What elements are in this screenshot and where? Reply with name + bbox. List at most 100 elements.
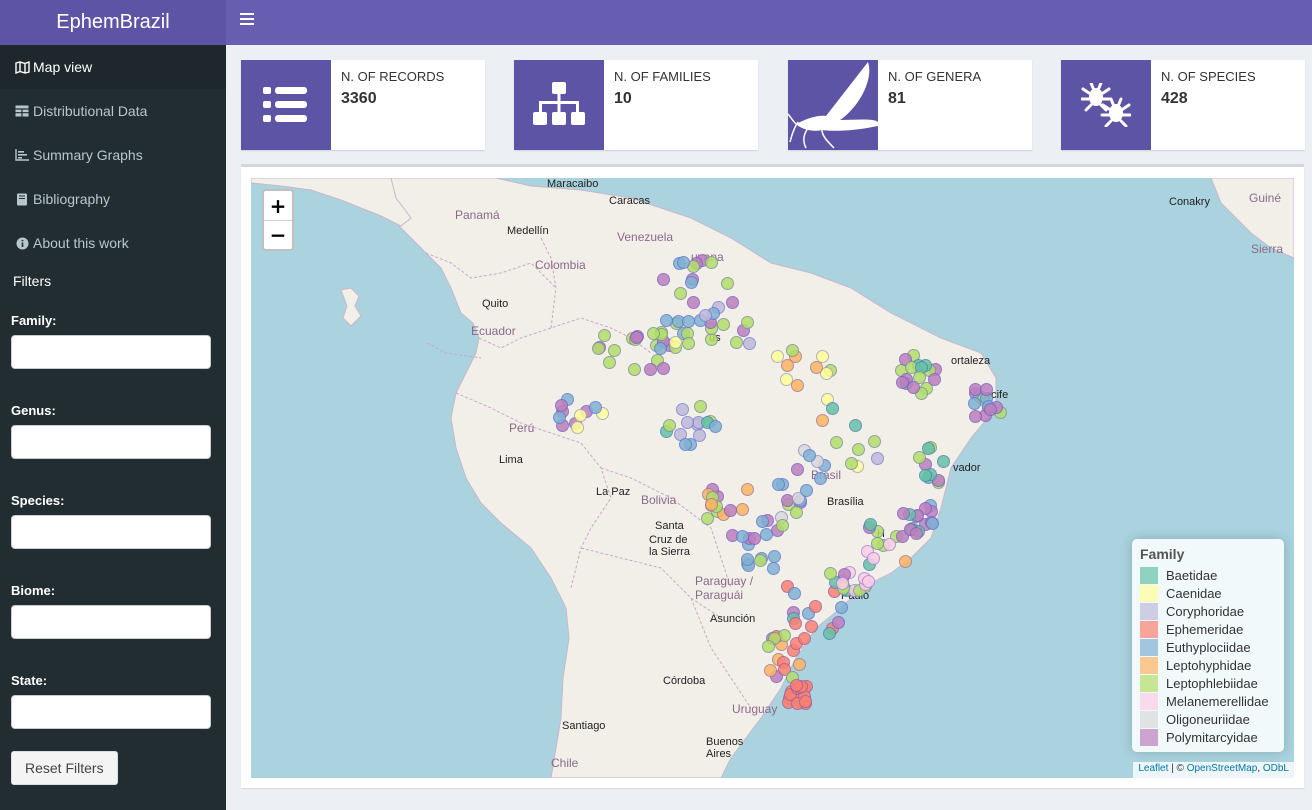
occurrence-marker[interactable]: [679, 438, 692, 451]
occurrence-marker[interactable]: [681, 416, 694, 429]
occurrence-marker[interactable]: [919, 469, 932, 482]
occurrence-marker[interactable]: [721, 277, 734, 290]
occurrence-marker[interactable]: [754, 554, 767, 567]
reset-filters-button[interactable]: Reset Filters: [11, 751, 118, 785]
occurrence-marker[interactable]: [663, 419, 676, 432]
occurrence-marker[interactable]: [730, 336, 743, 349]
occurrence-marker[interactable]: [871, 452, 884, 465]
occurrence-marker[interactable]: [760, 528, 773, 541]
occurrence-marker[interactable]: [867, 552, 880, 565]
occurrence-marker[interactable]: [897, 507, 910, 520]
occurrence-marker[interactable]: [669, 336, 682, 349]
occurrence-marker[interactable]: [756, 515, 769, 528]
occurrence-marker[interactable]: [793, 658, 806, 671]
occurrence-marker[interactable]: [705, 256, 718, 269]
occurrence-marker[interactable]: [776, 519, 789, 532]
odbl-link[interactable]: ODbL: [1263, 763, 1289, 774]
occurrence-marker[interactable]: [786, 344, 799, 357]
occurrence-marker[interactable]: [830, 436, 843, 449]
occurrence-marker[interactable]: [682, 315, 695, 328]
genus-input[interactable]: [11, 425, 211, 459]
occurrence-marker[interactable]: [574, 409, 587, 422]
occurrence-marker[interactable]: [748, 532, 761, 545]
occurrence-marker[interactable]: [553, 411, 566, 424]
occurrence-marker[interactable]: [762, 640, 775, 653]
occurrence-marker[interactable]: [969, 410, 982, 423]
occurrence-marker[interactable]: [791, 463, 804, 476]
occurrence-marker[interactable]: [845, 457, 858, 470]
occurrence-marker[interactable]: [743, 337, 756, 350]
zoom-in-button[interactable]: +: [264, 191, 292, 220]
occurrence-marker[interactable]: [764, 664, 777, 677]
occurrence-marker[interactable]: [654, 342, 667, 355]
occurrence-marker[interactable]: [603, 356, 616, 369]
occurrence-marker[interactable]: [826, 402, 839, 415]
occurrence-marker[interactable]: [814, 472, 827, 485]
occurrence-marker[interactable]: [799, 695, 812, 708]
occurrence-marker[interactable]: [791, 379, 804, 392]
sidebar-toggle-icon[interactable]: [240, 13, 254, 27]
occurrence-marker[interactable]: [864, 518, 877, 531]
occurrence-marker[interactable]: [937, 455, 950, 468]
occurrence-marker[interactable]: [589, 401, 602, 414]
occurrence-marker[interactable]: [899, 555, 912, 568]
sidebar-item-bibliography[interactable]: Bibliography: [0, 177, 226, 221]
occurrence-marker[interactable]: [800, 484, 813, 497]
sidebar-item-summary-graphs[interactable]: Summary Graphs: [0, 133, 226, 177]
occurrence-marker[interactable]: [685, 276, 698, 289]
occurrence-marker[interactable]: [676, 403, 689, 416]
occurrence-marker[interactable]: [598, 329, 611, 342]
occurrence-marker[interactable]: [677, 256, 690, 269]
occurrence-marker[interactable]: [644, 363, 657, 376]
occurrence-marker[interactable]: [922, 442, 935, 455]
occurrence-marker[interactable]: [883, 538, 896, 551]
occurrence-marker[interactable]: [788, 587, 801, 600]
occurrence-marker[interactable]: [910, 527, 923, 540]
occurrence-marker[interactable]: [790, 679, 803, 692]
occurrence-marker[interactable]: [809, 600, 822, 613]
app-brand[interactable]: EphemBrazil: [0, 0, 226, 45]
occurrence-marker[interactable]: [724, 504, 737, 517]
occurrence-marker[interactable]: [798, 632, 811, 645]
occurrence-marker[interactable]: [555, 399, 568, 412]
occurrence-marker[interactable]: [772, 478, 785, 491]
occurrence-marker[interactable]: [835, 601, 848, 614]
occurrence-marker[interactable]: [790, 506, 803, 519]
occurrence-marker[interactable]: [803, 449, 816, 462]
occurrence-marker[interactable]: [657, 273, 670, 286]
occurrence-marker[interactable]: [768, 550, 781, 563]
occurrence-marker[interactable]: [928, 373, 941, 386]
occurrence-marker[interactable]: [852, 443, 865, 456]
occurrence-marker[interactable]: [907, 381, 920, 394]
occurrence-marker[interactable]: [705, 498, 718, 511]
occurrence-marker[interactable]: [832, 616, 845, 629]
occurrence-marker[interactable]: [849, 419, 862, 432]
occurrence-marker[interactable]: [816, 414, 829, 427]
sidebar-item-distributional-data[interactable]: Distributional Data: [0, 89, 226, 133]
biome-input[interactable]: [11, 605, 211, 639]
occurrence-marker[interactable]: [868, 435, 881, 448]
occurrence-marker[interactable]: [741, 553, 754, 566]
occurrence-marker[interactable]: [699, 309, 712, 322]
occurrence-marker[interactable]: [984, 403, 997, 416]
occurrence-marker[interactable]: [767, 562, 780, 575]
leaflet-map[interactable]: Maracaibo Caracas Panamá Medellín Venezuela C…: [251, 178, 1294, 778]
occurrence-marker[interactable]: [694, 400, 707, 413]
species-input[interactable]: [11, 515, 211, 549]
occurrence-marker[interactable]: [674, 287, 687, 300]
occurrence-marker[interactable]: [926, 517, 939, 530]
occurrence-marker[interactable]: [717, 318, 730, 331]
family-input[interactable]: [11, 335, 211, 369]
occurrence-marker[interactable]: [862, 575, 875, 588]
leaflet-link[interactable]: Leaflet: [1138, 763, 1168, 774]
sidebar-item-map-view[interactable]: Map view: [0, 45, 226, 89]
occurrence-marker[interactable]: [741, 316, 754, 329]
occurrence-marker[interactable]: [628, 363, 641, 376]
occurrence-marker[interactable]: [571, 421, 584, 434]
occurrence-marker[interactable]: [736, 503, 749, 516]
occurrence-marker[interactable]: [824, 567, 837, 580]
occurrence-marker[interactable]: [741, 483, 754, 496]
occurrence-marker[interactable]: [709, 420, 722, 433]
occurrence-marker[interactable]: [789, 617, 802, 630]
occurrence-marker[interactable]: [810, 361, 823, 374]
